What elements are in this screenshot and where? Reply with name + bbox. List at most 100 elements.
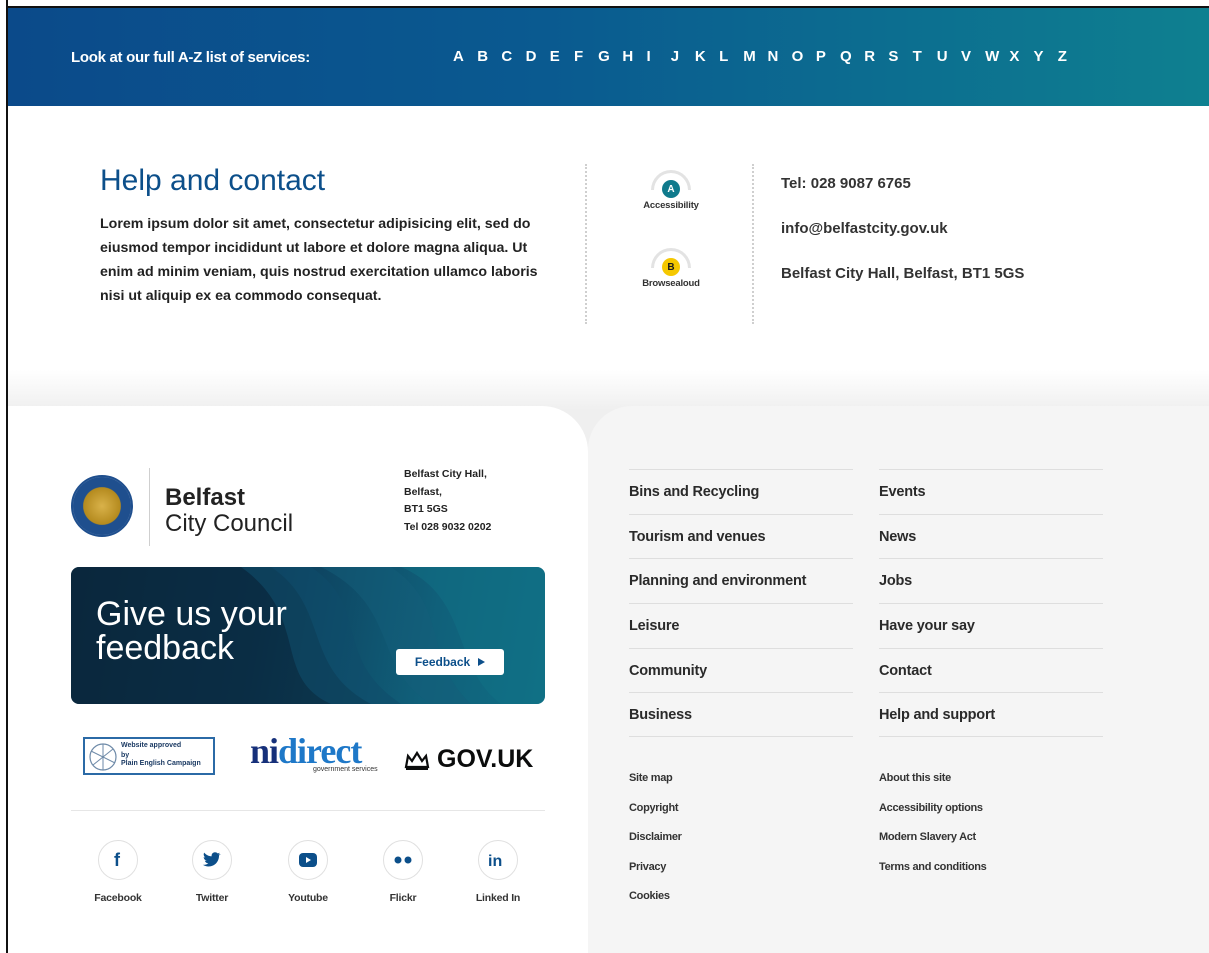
footer-links-column-2: Events News Jobs Have your say Contact Help a… — [879, 469, 1103, 738]
az-letter-u[interactable]: U — [937, 48, 961, 65]
govuk-logo[interactable]: GOV.UK — [403, 745, 533, 774]
footer-link-privacy[interactable]: Privacy — [629, 861, 682, 891]
browsealoud-tool[interactable]: B Browsealoud — [634, 248, 708, 289]
az-letter-g[interactable]: G — [598, 48, 622, 65]
svg-text:in: in — [488, 853, 502, 869]
az-letter-m[interactable]: M — [743, 48, 767, 65]
plain-english-logo-icon — [89, 743, 117, 771]
az-label: Look at our full A-Z list of services: — [71, 49, 310, 66]
az-letter-z[interactable]: Z — [1058, 48, 1082, 65]
az-letter-l[interactable]: L — [719, 48, 743, 65]
accessibility-tool[interactable]: A Accessibility — [634, 170, 708, 211]
facebook-link[interactable]: f Facebook — [88, 840, 148, 904]
az-letter-c[interactable]: C — [501, 48, 525, 65]
az-letter-a[interactable]: A — [453, 48, 477, 65]
footer-links-column-1: Bins and Recycling Tourism and venues Plan… — [629, 469, 853, 738]
az-letter-k[interactable]: K — [695, 48, 719, 65]
crown-icon — [404, 750, 430, 770]
az-letter-h[interactable]: H — [622, 48, 646, 65]
footer-link-events[interactable]: Events — [879, 469, 1103, 514]
peb-line: by — [121, 752, 130, 759]
youtube-link[interactable]: Youtube — [278, 840, 338, 904]
linkedin-label: Linked In — [475, 892, 521, 904]
peb-line: Website approved — [121, 742, 182, 749]
address-line: Belfast City Hall, — [404, 468, 487, 480]
linkedin-link[interactable]: in Linked In — [468, 840, 528, 904]
footer-link-tourism-and-venues[interactable]: Tourism and venues — [629, 513, 853, 559]
youtube-icon — [288, 840, 328, 880]
footer-link-planning-and-environment[interactable]: Planning and environment — [629, 558, 853, 603]
az-letter-x[interactable]: X — [1009, 48, 1033, 65]
az-letter-i[interactable]: I — [647, 48, 671, 65]
az-letter-t[interactable]: T — [913, 48, 937, 65]
nidirect-logo[interactable]: nidirect government services — [250, 731, 378, 773]
az-letter-s[interactable]: S — [888, 48, 912, 65]
az-letter-q[interactable]: Q — [840, 48, 864, 65]
divider — [585, 164, 587, 324]
footer-link-accessibility-options[interactable]: Accessibility options — [879, 802, 986, 832]
az-letter-b[interactable]: B — [477, 48, 501, 65]
flickr-link[interactable]: Flickr — [373, 840, 433, 904]
govuk-text: GOV.UK — [437, 745, 534, 773]
twitter-link[interactable]: Twitter — [182, 840, 242, 904]
az-letter-y[interactable]: Y — [1034, 48, 1058, 65]
feedback-button[interactable]: Feedback — [396, 649, 504, 675]
help-text: Lorem ipsum dolor sit amet, consectetur … — [100, 216, 538, 304]
address-line: BT1 5GS — [404, 503, 448, 515]
play-arrow-icon — [478, 658, 486, 666]
twitter-icon — [192, 840, 232, 880]
az-letter-v[interactable]: V — [961, 48, 985, 65]
footer-address: Belfast City Hall, Belfast, BT1 5GS Tel … — [404, 466, 491, 536]
footer-link-business[interactable]: Business — [629, 692, 853, 738]
accessibility-icon: A — [651, 170, 691, 198]
footer-link-about-this-site[interactable]: About this site — [879, 772, 986, 802]
az-letter-r[interactable]: R — [864, 48, 888, 65]
logo-name-line2[interactable]: City Council — [165, 510, 293, 538]
az-letter-d[interactable]: D — [526, 48, 550, 65]
contact-phone[interactable]: Tel: 028 9087 6765 — [781, 175, 911, 192]
logo-divider — [149, 468, 150, 546]
footer-link-terms-and-conditions[interactable]: Terms and conditions — [879, 861, 987, 891]
contact-email[interactable]: info@belfastcity.gov.uk — [781, 220, 948, 237]
footer-utility-links-2: About this site Accessibility options Mode… — [879, 772, 987, 891]
az-letter-w[interactable]: W — [985, 48, 1009, 65]
footer-link-community[interactable]: Community — [629, 647, 853, 693]
footer-link-news[interactable]: News — [879, 513, 1103, 559]
nidirect-direct: direct — [278, 731, 362, 771]
footer-link-copyright[interactable]: Copyright — [629, 802, 682, 832]
nidirect-subtitle: government services — [313, 766, 378, 773]
flickr-label: Flickr — [389, 892, 417, 904]
footer-link-cookies[interactable]: Cookies — [629, 890, 682, 920]
help-title: Help and contact — [100, 164, 326, 197]
footer-link-jobs[interactable]: Jobs — [879, 558, 1103, 603]
council-crest-icon[interactable] — [71, 475, 133, 537]
svg-text:f: f — [114, 851, 121, 869]
footer-link-site-map[interactable]: Site map — [629, 772, 682, 802]
linkedin-icon: in — [478, 840, 518, 880]
az-letter-n[interactable]: N — [767, 48, 791, 65]
flickr-icon — [383, 840, 423, 880]
facebook-label: Facebook — [94, 892, 142, 904]
az-letter-o[interactable]: O — [792, 48, 816, 65]
divider — [752, 164, 754, 324]
footer-link-bins-and-recycling[interactable]: Bins and Recycling — [629, 469, 853, 514]
footer-link-disclaimer[interactable]: Disclaimer — [629, 831, 682, 861]
footer-utility-links-1: Site map Copyright Disclaimer Privacy Cookie… — [629, 772, 682, 920]
footer-link-contact[interactable]: Contact — [879, 647, 1103, 693]
twitter-label: Twitter — [195, 892, 229, 904]
az-letter-j[interactable]: J — [671, 48, 695, 65]
footer-link-leisure[interactable]: Leisure — [629, 603, 853, 648]
az-letter-e[interactable]: E — [550, 48, 574, 65]
az-letter-p[interactable]: P — [816, 48, 840, 65]
footer-link-modern-slavery-act[interactable]: Modern Slavery Act — [879, 831, 986, 861]
plain-english-badge[interactable]: Website approved by Plain English Campai… — [83, 737, 215, 775]
az-letter-list: ABCDEFGHIJKLMNOPQRSTUVWXYZ — [453, 48, 1082, 65]
browsealoud-label: Browsealoud — [642, 278, 700, 289]
footer-link-have-your-say[interactable]: Have your say — [879, 603, 1103, 648]
accessibility-label: Accessibility — [643, 200, 699, 211]
footer-link-help-and-support[interactable]: Help and support — [879, 692, 1103, 738]
az-letter-f[interactable]: F — [574, 48, 598, 65]
feedback-button-label: Feedback — [414, 655, 471, 669]
address-line: Belfast, — [404, 485, 442, 498]
logo-name-line1[interactable]: Belfast — [165, 484, 245, 512]
